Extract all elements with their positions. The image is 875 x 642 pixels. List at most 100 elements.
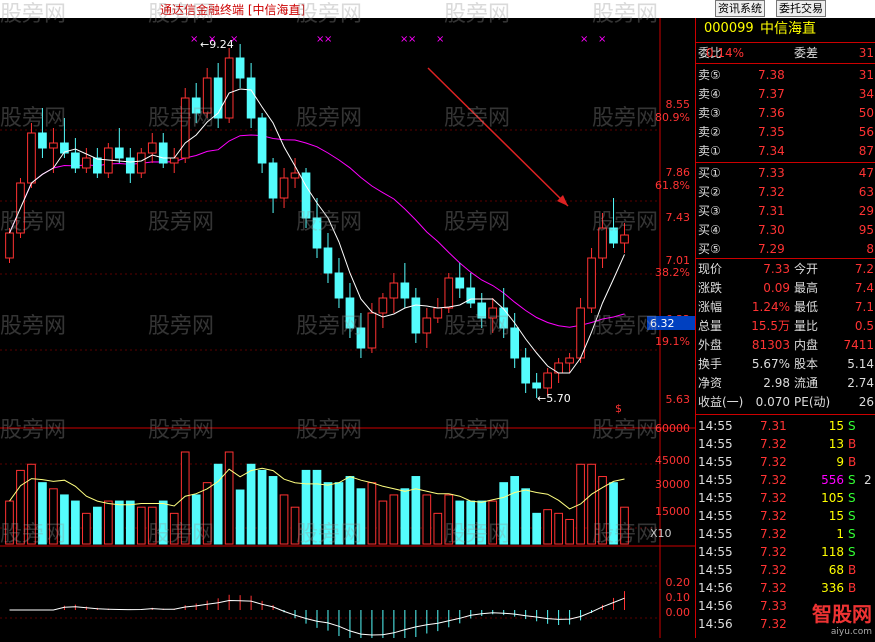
sell-level: 卖③ 7.36 50 [698,106,874,120]
volume-bar [455,500,465,545]
volume-axis-label: 30000 [655,478,690,491]
volume-bar [345,476,355,545]
volume-bar [147,506,157,545]
weibi-row: 委比 0.14% 委差 31 [698,46,874,60]
volume-bar [224,451,234,545]
volume-bar [103,500,113,545]
quote-row: 涨跌 0.09 最高 7.4 [698,281,874,295]
volume-bar [169,512,179,545]
volume-bar [433,512,443,545]
tick-row: 14:55 7.32 9 B [698,455,857,469]
quote-row: 净资 2.98 流通 2.74 [698,376,874,390]
candle [477,293,487,328]
volume-bar [444,494,454,545]
candle [455,263,465,298]
volume-bar [38,482,47,545]
volume-bar [598,476,607,545]
signal-marker: × [190,34,198,45]
candle [587,248,596,313]
volume-bar [202,482,212,545]
axis-labels: 8.5580.9%7.8661.8%7.437.0138.2%6.3219.1%… [647,98,695,619]
candles-layer [5,44,629,398]
price-axis-label: 19.1% [655,335,690,348]
candle [378,293,388,328]
candle [334,258,344,308]
volume-bar [587,463,596,545]
candle [93,148,102,178]
window-title: 通达信金融终端 [中信海直] [160,3,306,17]
candle [246,63,256,128]
candle [158,133,168,168]
candle [554,358,563,383]
volume-layer [5,451,629,545]
volume-bar [367,482,377,545]
quote-row: 换手 5.67% 股本 5.14 [698,357,874,371]
volume-bar [620,506,629,545]
info-system-button[interactable]: 资讯系统 [715,0,765,17]
tick-row: 14:55 7.31 15 S [698,419,856,433]
volume-axis-label: X10 [650,527,672,540]
volume-bar [323,482,333,545]
candle [125,148,135,183]
volume-bar [114,500,124,545]
candle [345,283,355,338]
candle [323,233,333,283]
sell-level: 卖② 7.35 56 [698,125,874,139]
kline-chart[interactable]: 8.5580.9%7.8661.8%7.437.0138.2%6.3219.1%… [0,18,695,642]
high-price-marker: ←9.24 [200,38,234,51]
volume-bar [532,512,541,545]
tick-row: 14:56 7.32 336 B [698,581,857,595]
trend-arrow [427,67,569,207]
quote-row: 现价 7.33 今开 7.2 [698,262,874,276]
volume-bar [609,482,618,545]
buy-level: 买⑤ 7.29 8 [698,242,874,256]
candle [268,158,278,213]
volume-bar [71,500,80,545]
volume-bar [488,500,498,545]
volume-bar [257,469,267,545]
volume-bar [158,500,168,545]
candle [598,213,607,268]
signal-marker: × [436,34,444,45]
candle [422,308,432,348]
buy-level: 买④ 7.30 95 [698,223,874,237]
volume-bar [82,512,91,545]
current-price-tag-text: 6.32 [650,317,675,330]
volume-bar [268,476,278,545]
candle [301,168,311,228]
candle [191,83,201,123]
stock-name: 中信海直 [760,21,816,37]
candle [257,113,267,173]
price-axis-label: 5.63 [666,393,691,406]
quote-row: 收益(一) 0.070 PE(动) 26 [698,395,874,409]
candle [290,158,300,188]
price-axis-label: 80.9% [655,111,690,124]
candle [224,48,234,123]
low-price-marker: ←5.70 [537,392,571,405]
candle [576,298,585,363]
stock-header: 000099 中信海直 [696,20,875,40]
candle [488,298,498,333]
candle [27,123,36,188]
candle [136,148,146,178]
candle [400,263,410,308]
tick-row: 14:55 7.32 556 S 2 [698,473,872,487]
trade-order-button[interactable]: 委托交易 [776,0,826,17]
price-axis-label: 8.55 [666,98,691,111]
quote-row: 总量 15.5万 量比 0.5 [698,319,874,333]
candle [466,273,476,308]
stock-code: 000099 [704,21,754,36]
price-axis-label: 61.8% [655,179,690,192]
candle [169,148,179,173]
event-marker: $ [615,402,622,415]
volume-bar [356,488,366,545]
volume-bar [334,482,344,545]
volume-bar [246,463,256,545]
candle [38,108,47,158]
volume-bar [191,494,201,545]
candle [279,168,289,208]
candle [213,63,223,128]
volume-bar [301,469,311,545]
tick-row: 14:55 7.32 13 B [698,437,857,451]
macd-layer [9,591,626,642]
